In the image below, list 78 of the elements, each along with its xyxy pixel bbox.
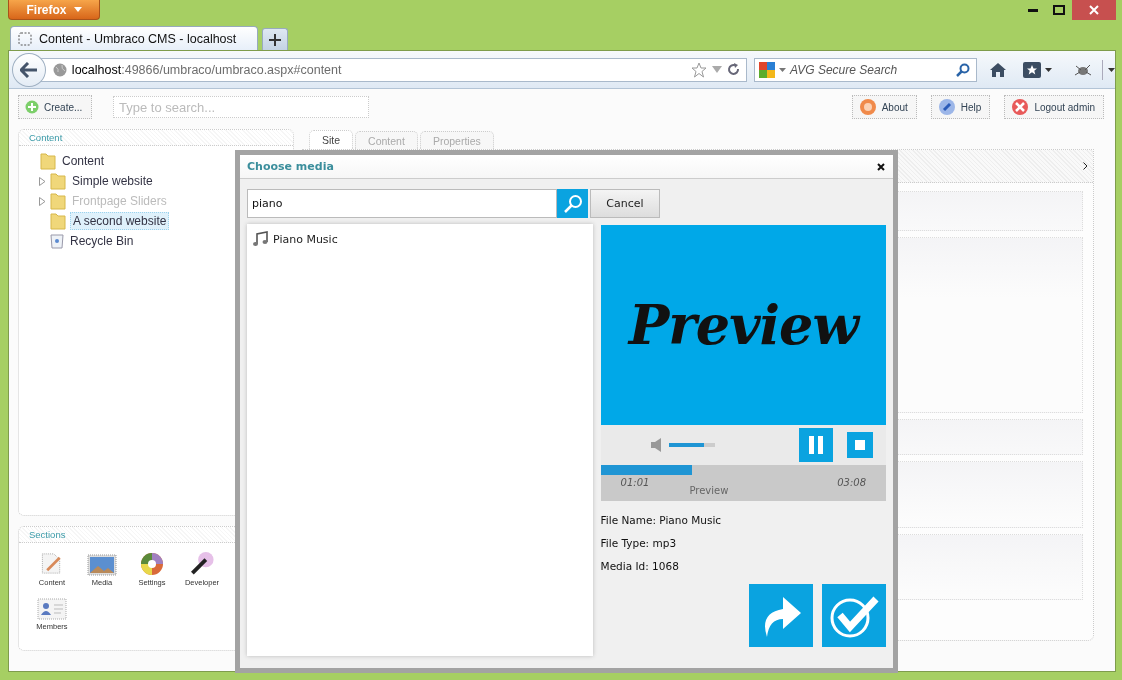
result-item[interactable]: Piano Music xyxy=(252,231,338,247)
forward-button[interactable] xyxy=(749,584,813,647)
file-info: File Name: Piano Music xyxy=(600,514,723,526)
create-icon xyxy=(25,100,39,114)
browser-tab[interactable]: Content - Umbraco CMS - localhost xyxy=(10,26,258,50)
menu-dropdown-button[interactable] xyxy=(1102,59,1115,80)
dialog-title: Choose media xyxy=(247,160,335,173)
caret-icon xyxy=(1108,67,1115,72)
caret-icon xyxy=(1045,67,1052,72)
chevron-right-icon[interactable] xyxy=(1083,162,1088,170)
addon-button[interactable] xyxy=(1074,62,1092,77)
tree-item[interactable]: A second website xyxy=(70,212,170,230)
back-button[interactable] xyxy=(12,52,46,87)
music-note-icon xyxy=(252,231,268,247)
tree-item[interactable]: Recycle Bin xyxy=(68,233,136,249)
logout-icon xyxy=(1011,98,1030,116)
caret-icon[interactable] xyxy=(778,67,786,72)
panel-title: Sections xyxy=(29,529,66,540)
total-time: 03:08 xyxy=(837,477,866,488)
maximize-icon xyxy=(1053,5,1065,15)
bug-icon xyxy=(1074,62,1092,77)
url-text: localhost:49866/umbraco/umbraco.aspx#content xyxy=(71,62,342,77)
caret-icon xyxy=(73,7,82,12)
reload-icon[interactable] xyxy=(726,63,740,76)
close-icon xyxy=(1089,5,1099,15)
create-button[interactable]: Create... xyxy=(18,95,92,119)
minimize-icon xyxy=(1028,8,1038,12)
close-button[interactable] xyxy=(877,162,885,171)
file-info: Media Id: 1068 xyxy=(600,560,680,572)
bookmarks-icon xyxy=(1023,61,1041,78)
volume-icon[interactable] xyxy=(650,438,663,452)
folder-icon xyxy=(50,212,66,230)
folder-icon xyxy=(50,172,66,190)
bookmarks-button[interactable] xyxy=(1023,61,1052,78)
confirm-button[interactable] xyxy=(822,584,886,647)
member-card-icon[interactable] xyxy=(37,598,67,620)
bookmark-star-icon[interactable] xyxy=(690,61,707,78)
home-button[interactable] xyxy=(989,61,1007,78)
search-field[interactable]: Type to search... xyxy=(113,96,369,118)
home-icon xyxy=(989,61,1007,78)
magic-wand-icon[interactable] xyxy=(189,551,215,576)
track-label: Preview xyxy=(689,485,730,496)
about-button[interactable]: About xyxy=(851,95,917,119)
search-icon[interactable] xyxy=(956,62,970,77)
picture-frame-icon[interactable] xyxy=(87,554,117,576)
close-icon xyxy=(877,162,885,171)
search-icon xyxy=(562,193,583,214)
volume-slider[interactable] xyxy=(668,443,715,447)
new-tab-button[interactable] xyxy=(262,28,288,50)
globe-icon xyxy=(52,62,67,77)
folder-icon xyxy=(40,152,56,170)
tree-item[interactable]: Simple website xyxy=(70,173,155,189)
search-field[interactable]: piano xyxy=(247,189,557,218)
page-icon xyxy=(18,31,32,46)
help-button[interactable]: Help xyxy=(930,95,991,119)
panel-title: Content xyxy=(29,132,63,143)
color-wheel-icon[interactable] xyxy=(140,552,164,576)
pause-icon xyxy=(808,436,824,454)
progress-bar[interactable]: 01:01 Preview 03:08 xyxy=(600,465,886,501)
pause-button[interactable] xyxy=(799,428,833,462)
recycle-bin-icon xyxy=(50,233,64,249)
dropdown-icon[interactable] xyxy=(711,66,722,73)
preview-text: Preview xyxy=(628,293,858,357)
search-field[interactable]: AVG Secure Search xyxy=(753,57,977,82)
tree-item[interactable]: Content xyxy=(60,153,107,169)
stop-icon xyxy=(855,440,865,450)
back-arrow-icon xyxy=(19,61,38,78)
search-button[interactable] xyxy=(557,189,588,218)
cancel-button[interactable]: Cancel xyxy=(590,189,660,218)
plus-icon xyxy=(269,33,281,46)
tab[interactable]: Site xyxy=(309,130,354,149)
expand-arrow-icon[interactable] xyxy=(39,176,46,186)
stop-button[interactable] xyxy=(847,432,873,458)
avg-logo-icon xyxy=(758,61,775,78)
logout-button[interactable]: Logout admin xyxy=(1004,95,1104,119)
elapsed-time: 01:01 xyxy=(620,477,650,488)
folder-icon xyxy=(50,192,66,210)
file-info: File Type: mp3 xyxy=(600,537,678,549)
